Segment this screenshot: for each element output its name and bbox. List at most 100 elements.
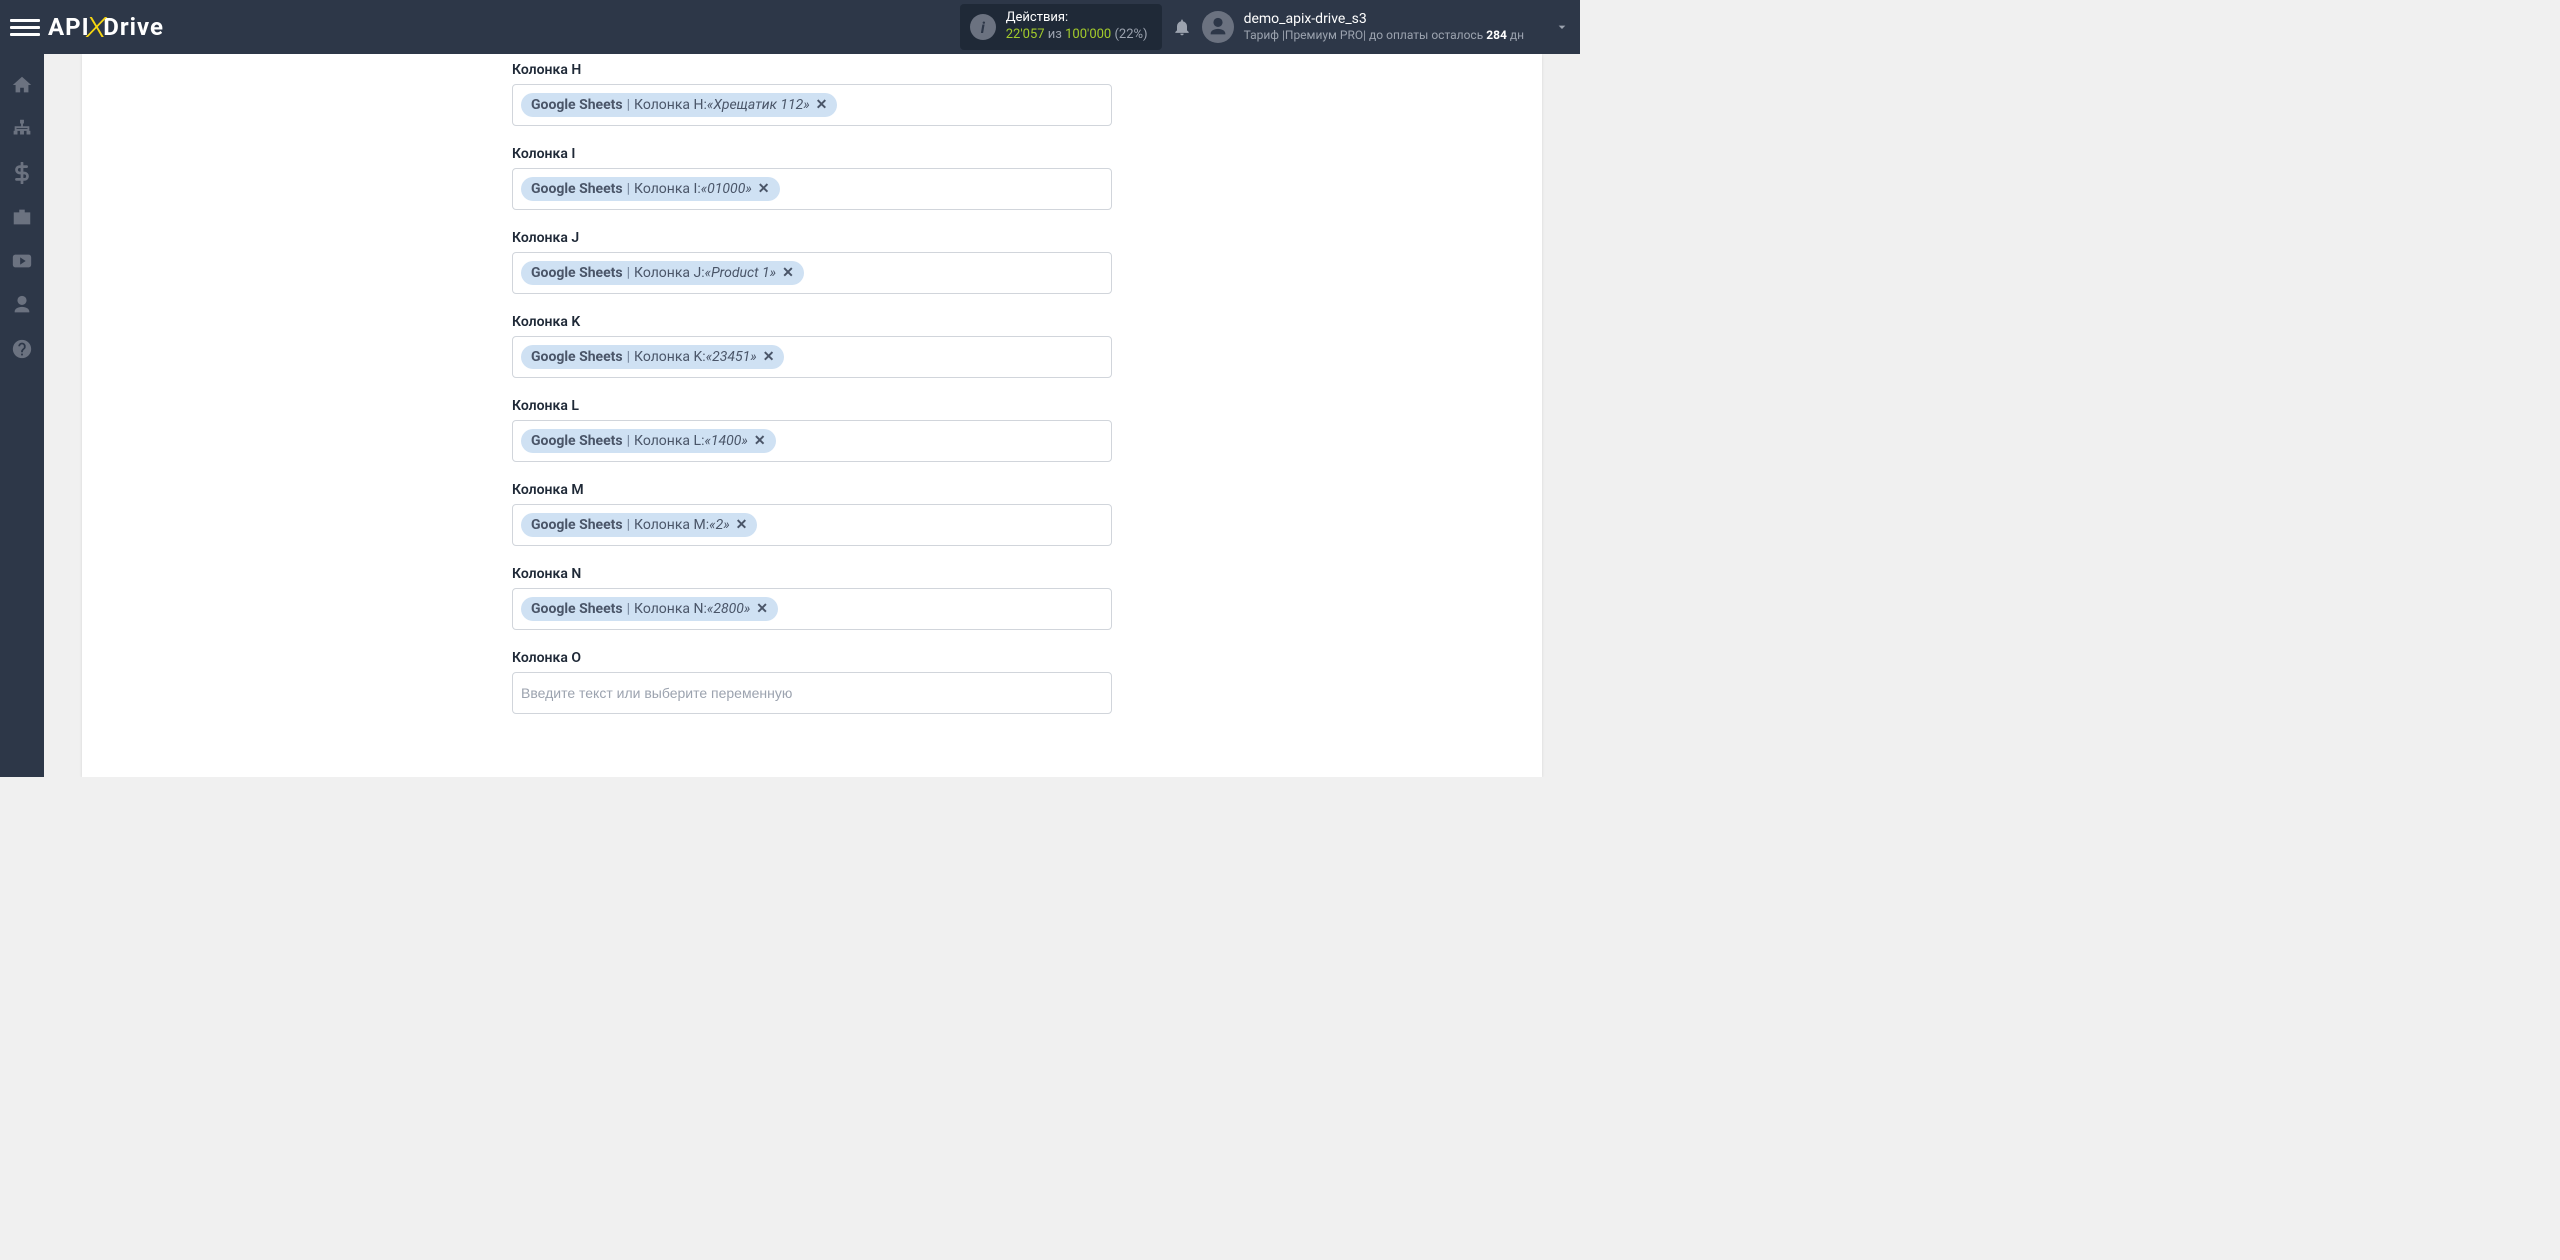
user-name: demo_apix-drive_s3 <box>1244 10 1524 28</box>
field-label: Колонка J <box>512 230 1112 246</box>
logo[interactable]: API X Drive <box>48 11 164 44</box>
tag-source: Google Sheets <box>531 517 623 533</box>
field-box[interactable]: Google Sheets | Колонка H: «Хрещатик 112… <box>512 84 1112 126</box>
dollar-icon[interactable] <box>11 162 33 184</box>
tag-value: «01000» <box>701 181 752 197</box>
field-box[interactable]: Google Sheets | Колонка K: «23451» ✕ <box>512 336 1112 378</box>
logo-drive: Drive <box>103 13 164 41</box>
tag-value: «1400» <box>704 433 747 449</box>
header: API X Drive i Действия: 22'057 из 100'00… <box>0 0 1580 54</box>
value-tag[interactable]: Google Sheets | Колонка K: «23451» ✕ <box>521 345 784 369</box>
field-label: Колонка M <box>512 482 1112 498</box>
field-box[interactable]: Google Sheets | Колонка N: «2800» ✕ <box>512 588 1112 630</box>
field-box[interactable] <box>512 672 1112 714</box>
value-tag[interactable]: Google Sheets | Колонка L: «1400» ✕ <box>521 429 776 453</box>
logo-x: X <box>86 11 107 44</box>
tag-value: «2» <box>709 517 730 533</box>
actions-text: Действия: 22'057 из 100'000 (22%) <box>1006 10 1148 44</box>
actions-pct: (22%) <box>1111 27 1147 42</box>
field-box[interactable]: Google Sheets | Колонка I: «01000» ✕ <box>512 168 1112 210</box>
tag-sep: | <box>627 433 630 449</box>
tag-column: Колонка L: <box>634 433 704 449</box>
user-nav-icon[interactable] <box>11 294 33 316</box>
user-sub-suffix: дн <box>1507 28 1524 42</box>
tag-value: «2800» <box>707 601 750 617</box>
tag-source: Google Sheets <box>531 181 623 197</box>
field-column-empty: Колонка O <box>512 650 1112 714</box>
value-tag[interactable]: Google Sheets | Колонка H: «Хрещатик 112… <box>521 93 837 117</box>
actions-label: Действия: <box>1006 10 1148 27</box>
tag-value: «Хрещатик 112» <box>707 97 810 113</box>
chevron-down-icon[interactable] <box>1554 19 1570 35</box>
close-icon[interactable]: ✕ <box>758 181 770 197</box>
help-icon[interactable] <box>11 338 33 360</box>
user-icon <box>1207 16 1229 38</box>
field-column: Колонка H Google Sheets | Колонка H: «Хр… <box>512 62 1112 126</box>
field-label: Колонка I <box>512 146 1112 162</box>
field-label: Колонка H <box>512 62 1112 78</box>
tag-column: Колонка K: <box>634 349 706 365</box>
avatar <box>1202 11 1234 43</box>
tag-sep: | <box>627 265 630 281</box>
field-column: Колонка K Google Sheets | Колонка K: «23… <box>512 314 1112 378</box>
logo-api: API <box>48 13 90 41</box>
tag-column: Колонка N: <box>634 601 707 617</box>
close-icon[interactable]: ✕ <box>754 433 766 449</box>
field-column: Колонка I Google Sheets | Колонка I: «01… <box>512 146 1112 210</box>
field-column: Колонка M Google Sheets | Колонка M: «2»… <box>512 482 1112 546</box>
actions-box[interactable]: i Действия: 22'057 из 100'000 (22%) <box>960 4 1162 50</box>
user-block[interactable]: demo_apix-drive_s3 Тариф |Премиум PRO| д… <box>1202 10 1524 44</box>
sitemap-icon[interactable] <box>11 118 33 140</box>
tag-source: Google Sheets <box>531 433 623 449</box>
tag-sep: | <box>627 349 630 365</box>
tag-sep: | <box>627 601 630 617</box>
value-tag[interactable]: Google Sheets | Колонка I: «01000» ✕ <box>521 177 780 201</box>
tag-sep: | <box>627 97 630 113</box>
bell-icon[interactable] <box>1172 17 1192 37</box>
tag-column: Колонка J: <box>634 265 705 281</box>
tag-source: Google Sheets <box>531 601 623 617</box>
field-label: Колонка N <box>512 566 1112 582</box>
tag-value: «23451» <box>706 349 757 365</box>
user-sub-prefix: Тариф |Премиум PRO| до оплаты осталось <box>1244 28 1487 42</box>
field-box[interactable]: Google Sheets | Колонка M: «2»✕ <box>512 504 1112 546</box>
close-icon[interactable]: ✕ <box>736 517 748 533</box>
close-icon[interactable]: ✕ <box>782 265 794 281</box>
tag-column: Колонка I: <box>634 181 701 197</box>
form-card: Колонка H Google Sheets | Колонка H: «Хр… <box>82 54 1542 777</box>
actions-total: 100'000 <box>1065 27 1111 42</box>
tag-value: «Product 1» <box>705 265 776 281</box>
field-column: Колонка L Google Sheets | Колонка L: «14… <box>512 398 1112 462</box>
close-icon[interactable]: ✕ <box>756 601 768 617</box>
field-box[interactable]: Google Sheets | Колонка J: «Product 1» ✕ <box>512 252 1112 294</box>
hamburger-menu-button[interactable] <box>10 12 40 42</box>
field-label: Колонка K <box>512 314 1112 330</box>
field-column: Колонка J Google Sheets | Колонка J: «Pr… <box>512 230 1112 294</box>
field-input[interactable] <box>521 685 1103 701</box>
youtube-icon[interactable] <box>11 250 33 272</box>
briefcase-icon[interactable] <box>11 206 33 228</box>
actions-sep: из <box>1045 27 1066 42</box>
field-label: Колонка O <box>512 650 1112 666</box>
tag-source: Google Sheets <box>531 349 623 365</box>
field-label: Колонка L <box>512 398 1112 414</box>
value-tag[interactable]: Google Sheets | Колонка N: «2800» ✕ <box>521 597 778 621</box>
tag-sep: | <box>627 181 630 197</box>
info-icon: i <box>970 14 996 40</box>
close-icon[interactable]: ✕ <box>816 97 828 113</box>
tag-column: Колонка H: <box>634 97 707 113</box>
value-tag[interactable]: Google Sheets | Колонка J: «Product 1» ✕ <box>521 261 804 285</box>
field-box[interactable]: Google Sheets | Колонка L: «1400» ✕ <box>512 420 1112 462</box>
home-icon[interactable] <box>11 74 33 96</box>
user-text: demo_apix-drive_s3 Тариф |Премиум PRO| д… <box>1244 10 1524 44</box>
user-sub-days: 284 <box>1486 28 1507 42</box>
sidebar <box>0 54 44 777</box>
value-tag[interactable]: Google Sheets | Колонка M: «2»✕ <box>521 513 757 537</box>
tag-column: Колонка M: <box>634 517 709 533</box>
tag-source: Google Sheets <box>531 97 623 113</box>
field-column: Колонка N Google Sheets | Колонка N: «28… <box>512 566 1112 630</box>
close-icon[interactable]: ✕ <box>763 349 775 365</box>
actions-count: 22'057 <box>1006 27 1045 42</box>
main: Колонка H Google Sheets | Колонка H: «Хр… <box>44 54 1580 777</box>
tag-source: Google Sheets <box>531 265 623 281</box>
